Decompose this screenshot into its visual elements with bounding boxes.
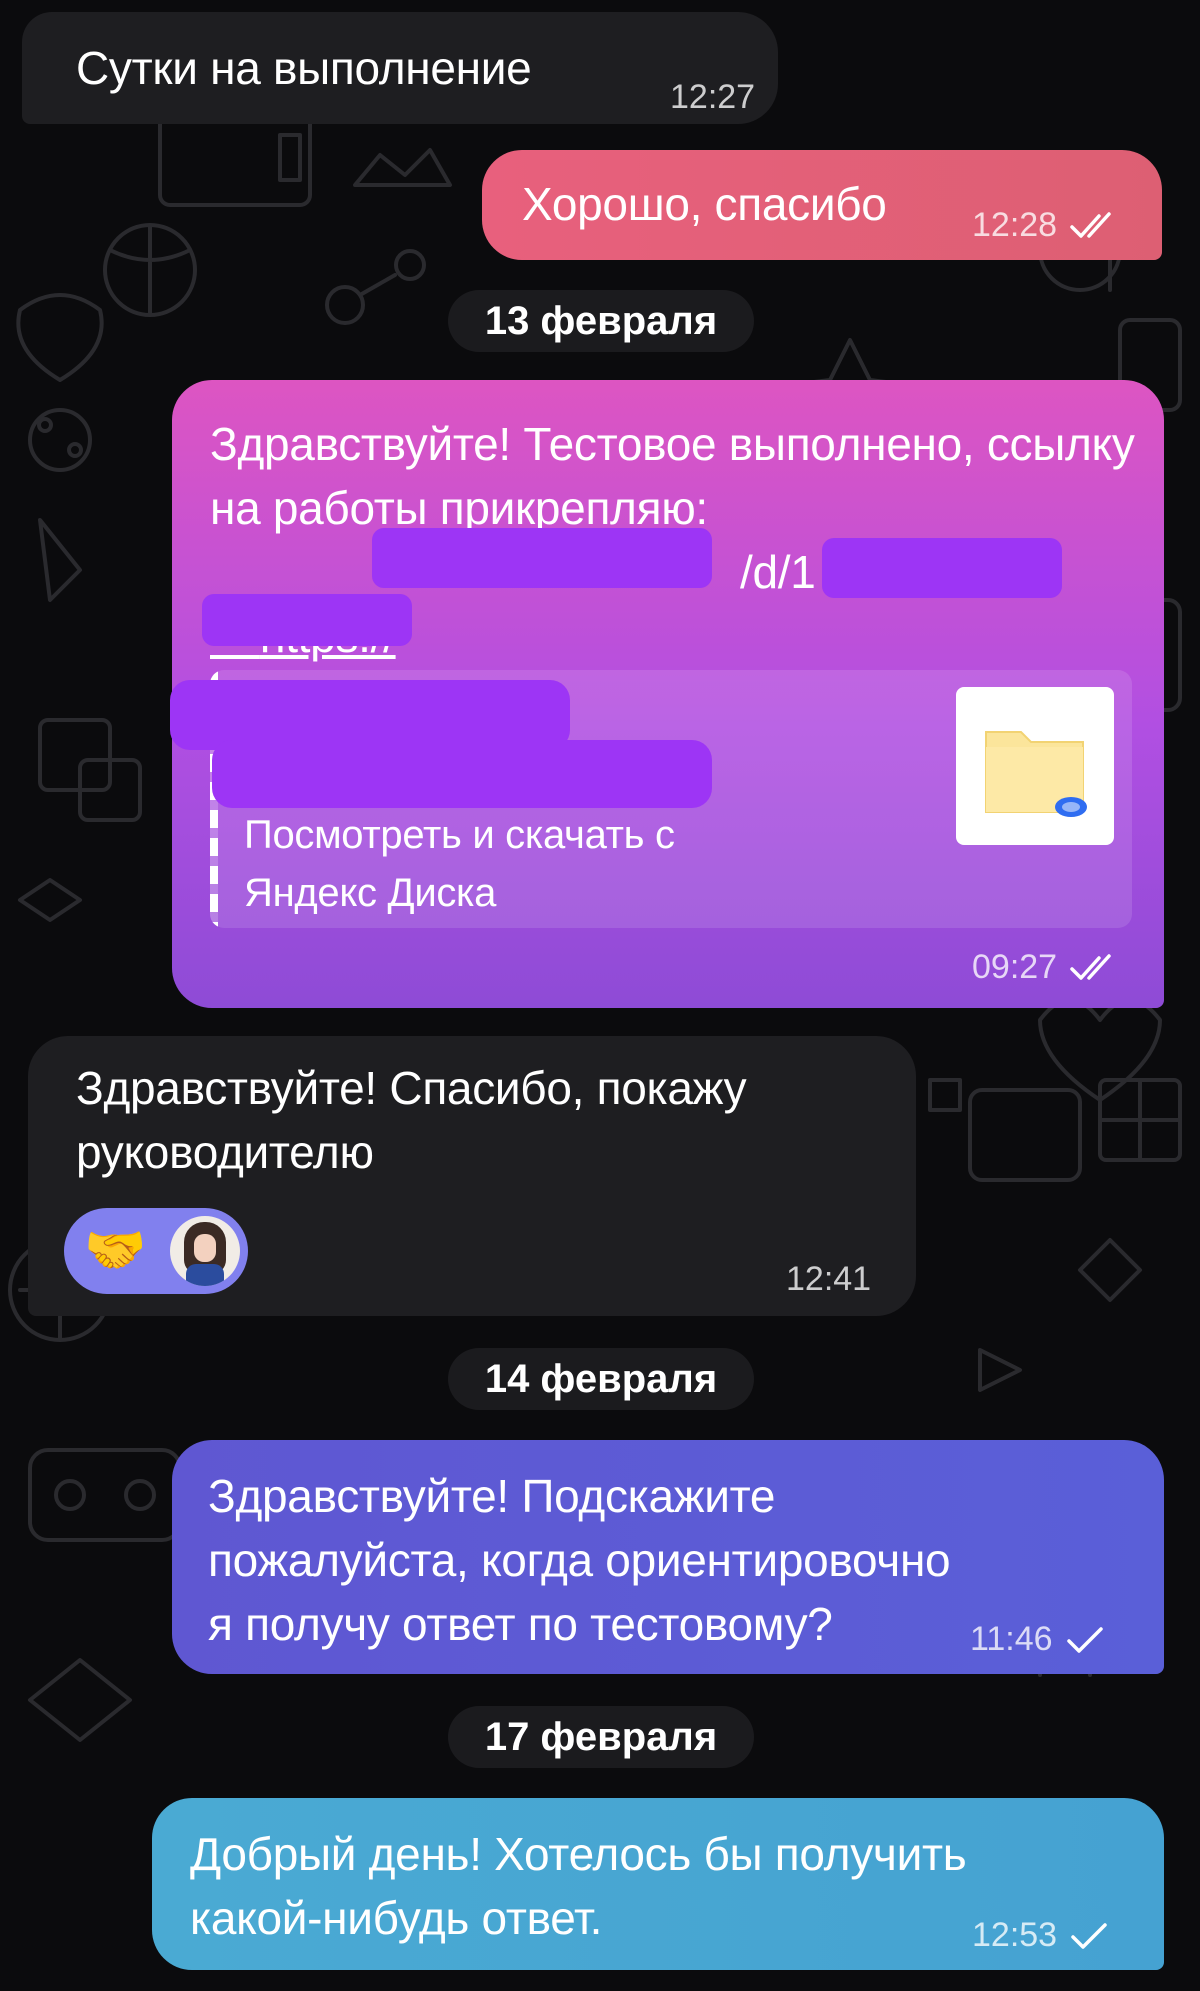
date-separator: 14 февраля	[448, 1348, 754, 1410]
message-link-mid: /d/1	[740, 546, 816, 598]
message-incoming[interactable]: Здравствуйте! Спасибо, покажу руководите…	[28, 1036, 916, 1316]
message-time: 11:46	[970, 1620, 1105, 1659]
double-check-icon	[1070, 953, 1111, 980]
message-text: Здравствуйте! Тестовое выполнено, ссылку…	[210, 418, 1148, 534]
message-outgoing-link[interactable]: Здравствуйте! Тестовое выполнено, ссылку…	[170, 380, 1164, 1008]
message-time-text: 12:41	[786, 1260, 872, 1298]
message-text: Хорошо, спасибо	[522, 178, 887, 230]
message-time-text: 11:46	[970, 1620, 1053, 1658]
date-separator-label: 14 февраля	[484, 1356, 718, 1401]
redaction-scribble	[212, 740, 712, 808]
check-icon	[1071, 1922, 1107, 1949]
handshake-icon: 🤝	[84, 1222, 147, 1278]
date-separator-label: 13 февраля	[484, 298, 718, 343]
date-separator: 13 февраля	[448, 290, 754, 352]
message-text: Здравствуйте! Подскажите пожалуйста, ког…	[208, 1470, 963, 1650]
message-incoming[interactable]: Сутки на выполнение 12:27	[22, 12, 778, 124]
link-preview-thumbnail	[956, 687, 1114, 845]
link-preview-description: Посмотреть и скачать с Яндекс Диска	[244, 813, 686, 915]
redaction-scribble	[822, 538, 1062, 598]
redaction-scribble	[202, 594, 412, 646]
redaction-scribble	[372, 528, 712, 588]
avatar-face	[194, 1234, 216, 1262]
message-time-text: 12:27	[670, 78, 756, 116]
message-time-text: 12:28	[972, 206, 1058, 244]
date-separator-label: 17 февраля	[484, 1714, 718, 1759]
avatar	[170, 1216, 240, 1286]
message-time: 09:27	[972, 948, 1117, 987]
message-text: Сутки на выполнение	[76, 42, 532, 94]
message-text: Добрый день! Хотелось бы получить какой-…	[190, 1828, 979, 1944]
message-outgoing[interactable]: Здравствуйте! Подскажите пожалуйста, ког…	[172, 1440, 1164, 1674]
folder-cloud-icon	[985, 731, 1087, 817]
message-text: Здравствуйте! Спасибо, покажу руководите…	[76, 1062, 759, 1178]
message-time: 12:53	[972, 1916, 1109, 1955]
message-time-text: 09:27	[972, 948, 1058, 986]
message-outgoing[interactable]: Добрый день! Хотелось бы получить какой-…	[152, 1798, 1164, 1970]
message-outgoing[interactable]: Хорошо, спасибо 12:28	[482, 150, 1162, 260]
double-check-icon	[1070, 211, 1111, 238]
date-separator: 17 февраля	[448, 1706, 754, 1768]
message-time: 12:28	[972, 206, 1117, 245]
avatar-shirt	[186, 1264, 224, 1286]
check-icon	[1066, 1626, 1103, 1653]
reaction-chip[interactable]: 🤝	[64, 1208, 248, 1294]
message-time-text: 12:53	[972, 1916, 1058, 1954]
message-time: 12:27	[670, 78, 755, 117]
message-time: 12:41	[786, 1260, 871, 1299]
